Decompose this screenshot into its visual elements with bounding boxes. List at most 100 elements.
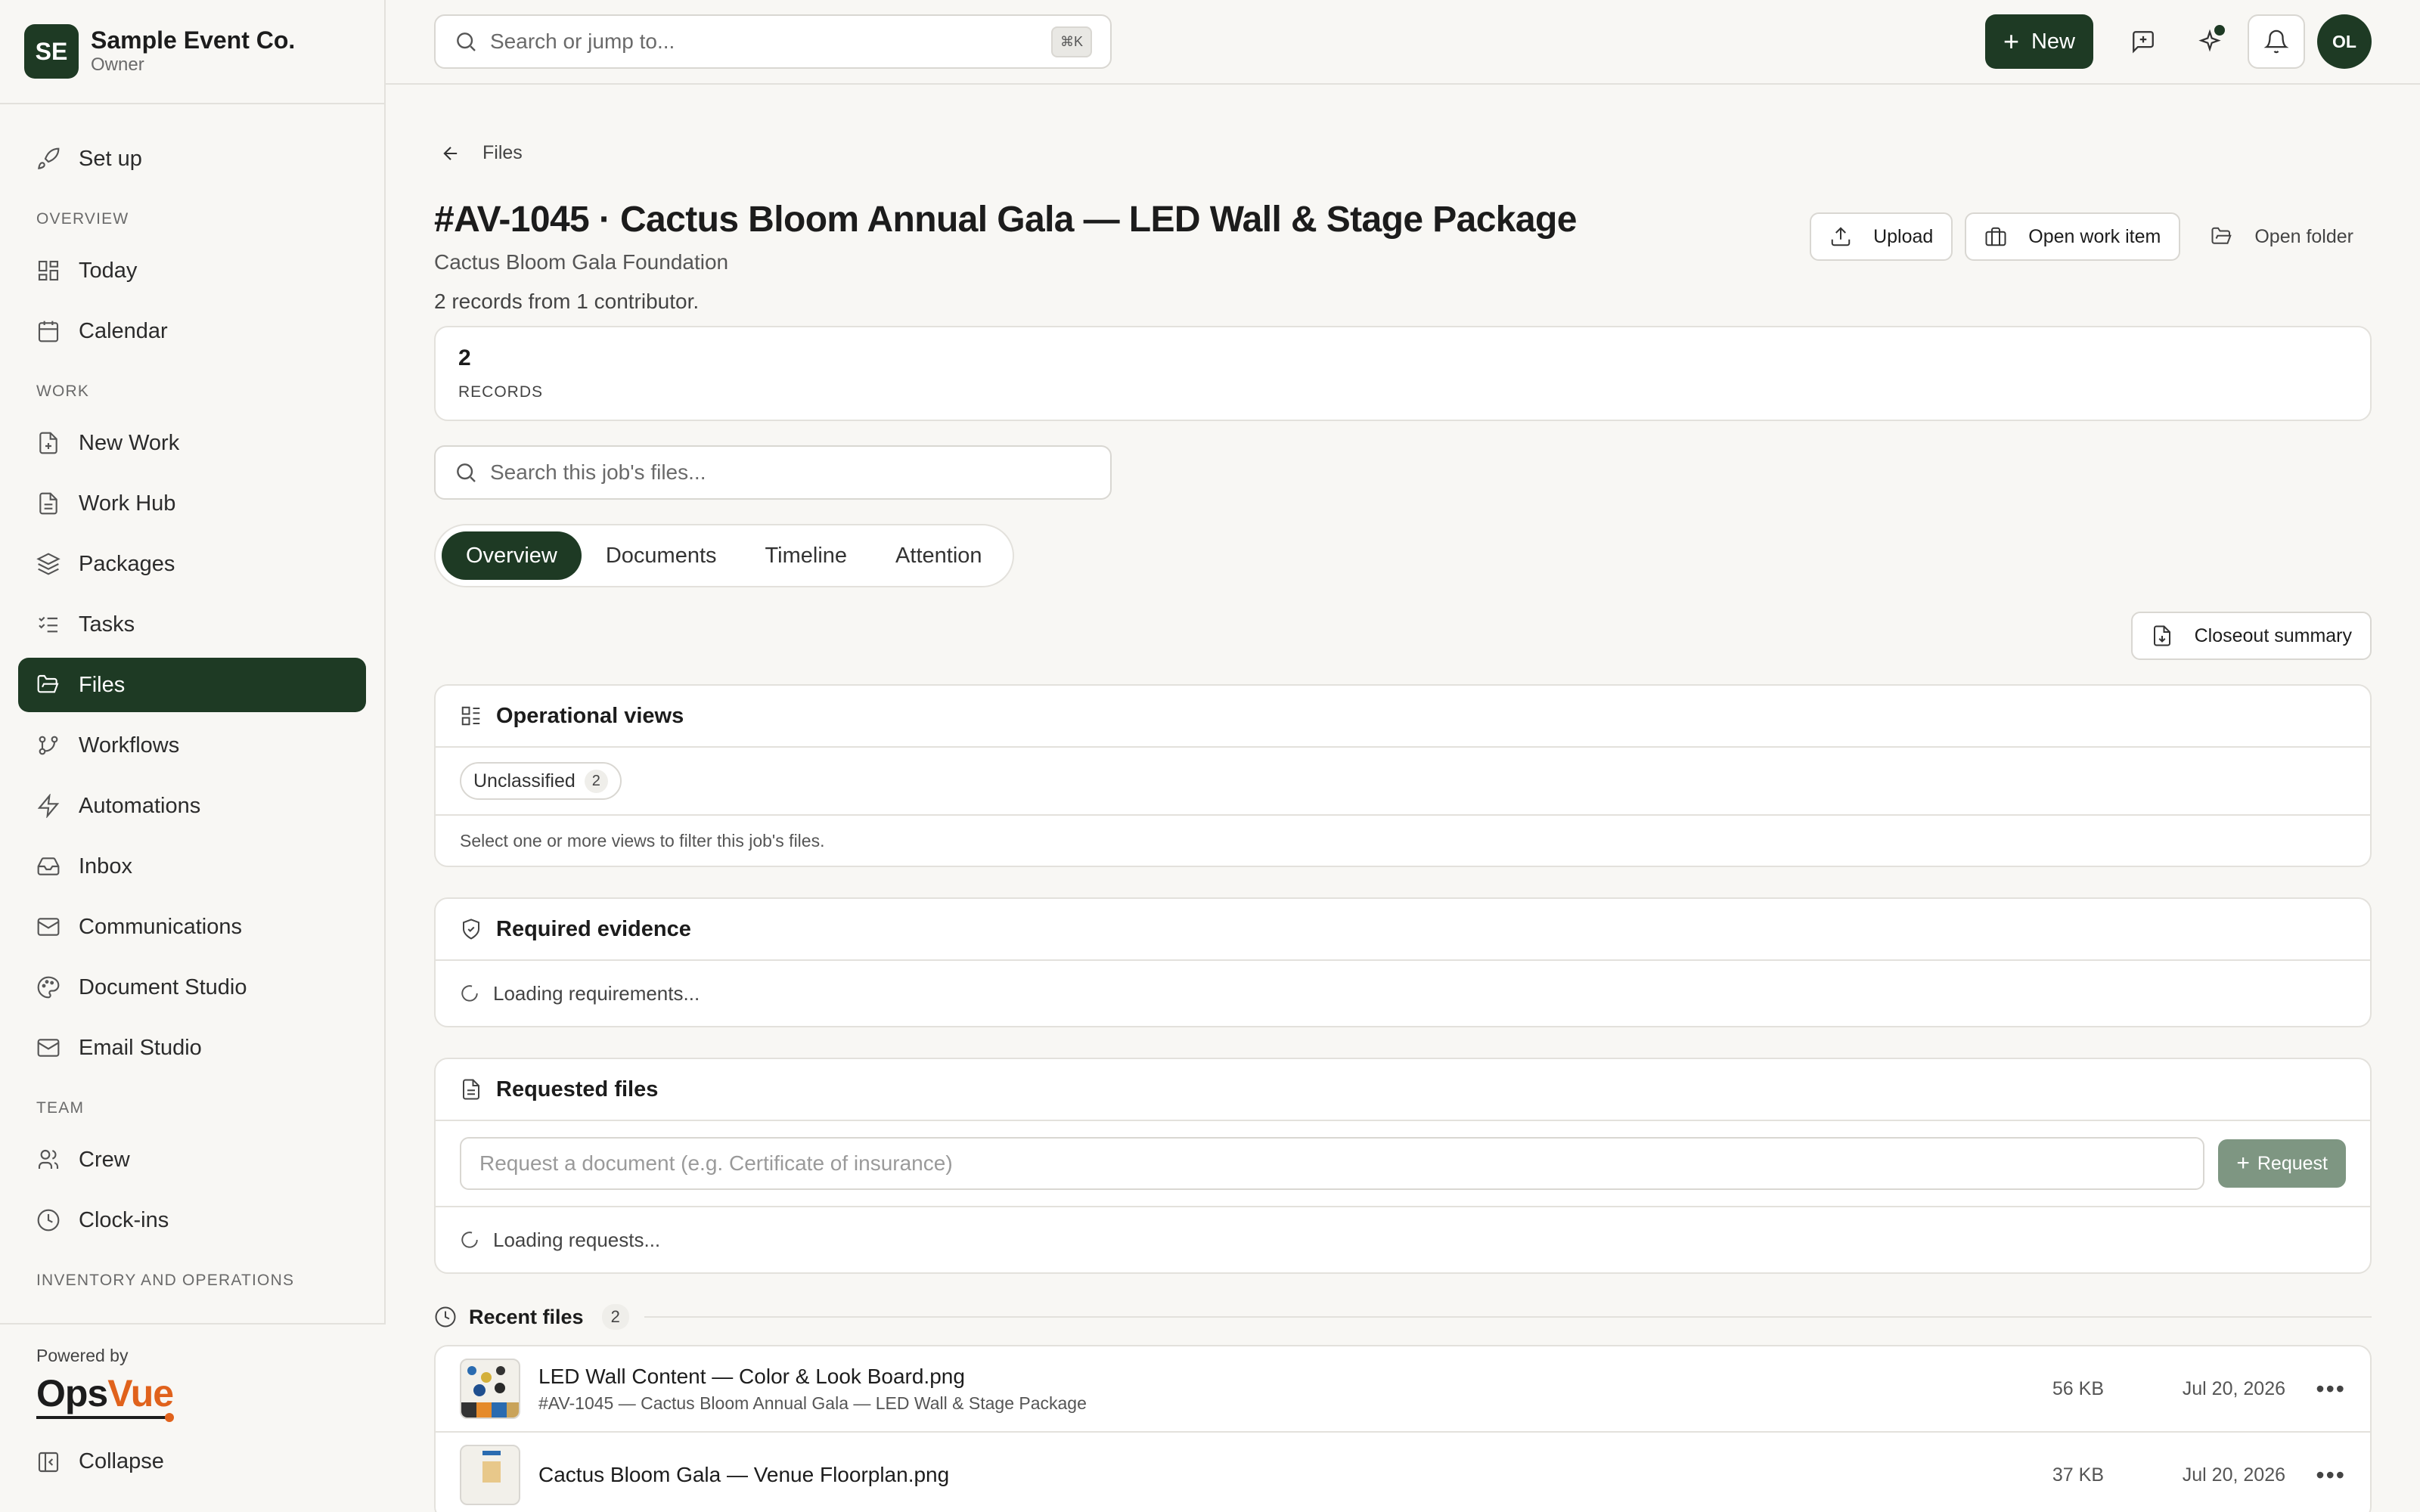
recent-files-header: Recent files 2 bbox=[434, 1304, 2372, 1330]
upload-label: Upload bbox=[1873, 225, 1934, 247]
notifications-button[interactable] bbox=[2248, 14, 2305, 69]
open-work-item-button[interactable]: Open work item bbox=[1965, 212, 2181, 261]
required-evidence-header: Required evidence bbox=[436, 899, 2370, 961]
sidebar-item-files[interactable]: Files bbox=[18, 658, 366, 712]
file-row[interactable]: Cactus Bloom Gala — Venue Floorplan.png … bbox=[436, 1433, 2370, 1512]
folder-open-icon bbox=[37, 674, 59, 693]
list-checks-icon bbox=[39, 616, 57, 633]
file-name[interactable]: LED Wall Content — Color & Look Board.pn… bbox=[538, 1365, 1998, 1389]
collapse-label: Collapse bbox=[79, 1449, 164, 1473]
recent-files-title: Recent files bbox=[469, 1305, 584, 1328]
section-label-team: TEAM bbox=[36, 1099, 85, 1117]
sidebar-item-label: Communications bbox=[79, 914, 242, 939]
shortcut-badge: ⌘K bbox=[1050, 26, 1092, 57]
tab-timeline[interactable]: Timeline bbox=[741, 531, 872, 580]
view-pill-unclassified[interactable]: Unclassified 2 bbox=[460, 762, 622, 800]
powered-by-label: Powered by bbox=[36, 1346, 129, 1365]
sidebar-item-label: Files bbox=[79, 672, 126, 697]
panel-left-icon bbox=[38, 1452, 59, 1472]
feedback-button[interactable] bbox=[2114, 14, 2172, 69]
palette-icon bbox=[37, 976, 60, 999]
closeout-summary-button[interactable]: Closeout summary bbox=[2130, 612, 2372, 660]
sidebar-item-inbox[interactable]: Inbox bbox=[18, 839, 366, 894]
sidebar-item-work-hub[interactable]: Work Hub bbox=[18, 476, 366, 531]
required-evidence-card: Required evidence Loading requirements..… bbox=[434, 897, 2372, 1027]
closeout-summary-label: Closeout summary bbox=[2194, 624, 2352, 646]
org-name: Sample Event Co. bbox=[91, 26, 296, 54]
sidebar-item-document-studio[interactable]: Document Studio bbox=[18, 960, 366, 1015]
sidebar-item-automations[interactable]: Automations bbox=[18, 779, 366, 833]
sidebar-footer: Powered by OpsVue Collapse bbox=[0, 1323, 386, 1512]
open-folder-button[interactable]: Open folder bbox=[2192, 212, 2372, 261]
request-document-input[interactable]: Request a document (e.g. Certificate of … bbox=[460, 1137, 2205, 1190]
sidebar-item-new-work[interactable]: New Work bbox=[18, 416, 366, 470]
more-icon[interactable]: ••• bbox=[2285, 1375, 2346, 1403]
file-download-icon bbox=[2153, 625, 2170, 646]
more-icon[interactable]: ••• bbox=[2285, 1461, 2346, 1489]
clock-icon bbox=[435, 1306, 456, 1328]
search-icon bbox=[457, 33, 476, 51]
plus-icon: + bbox=[2236, 1151, 2250, 1176]
operational-views-header: Operational views bbox=[436, 686, 2370, 748]
sidebar-item-today[interactable]: Today bbox=[18, 243, 366, 298]
upload-icon bbox=[1831, 227, 1851, 246]
request-label: Request bbox=[2257, 1152, 2328, 1174]
file-date: Jul 20, 2026 bbox=[2182, 1464, 2285, 1486]
requested-files-card: Requested files Request a document (e.g.… bbox=[434, 1058, 2372, 1274]
request-button[interactable]: + Request bbox=[2218, 1139, 2346, 1188]
global-search-input[interactable]: Search or jump to... ⌘K bbox=[434, 14, 1112, 69]
breadcrumb[interactable]: Files bbox=[434, 142, 2372, 164]
sidebar-item-communications[interactable]: Communications bbox=[18, 900, 366, 954]
upload-button[interactable]: Upload bbox=[1810, 212, 1953, 261]
requested-files-header: Requested files bbox=[436, 1059, 2370, 1121]
org-switcher[interactable]: SE Sample Event Co. Owner bbox=[0, 0, 384, 104]
briefcase-icon bbox=[1985, 227, 2006, 246]
message-plus-icon bbox=[2133, 31, 2154, 54]
sidebar-item-email-studio[interactable]: Email Studio bbox=[18, 1021, 366, 1075]
sidebar-item-calendar[interactable]: Calendar bbox=[18, 304, 366, 358]
sidebar-item-label: Workflows bbox=[79, 733, 180, 758]
org-role: Owner bbox=[91, 54, 144, 75]
dashboard-icon bbox=[38, 260, 59, 281]
sidebar-item-clock-ins[interactable]: Clock-ins bbox=[18, 1193, 366, 1247]
tab-overview[interactable]: Overview bbox=[442, 531, 582, 580]
file-name[interactable]: Cactus Bloom Gala — Venue Floorplan.png bbox=[538, 1463, 1998, 1487]
zap-icon bbox=[37, 794, 60, 818]
plus-icon: + bbox=[2003, 26, 2019, 57]
user-avatar[interactable]: OL bbox=[2317, 14, 2372, 69]
job-files-search-input[interactable]: Search this job's files... bbox=[434, 445, 1112, 500]
new-button-label: New bbox=[2031, 29, 2075, 54]
sidebar-item-workflows[interactable]: Workflows bbox=[18, 718, 366, 773]
job-search-placeholder: Search this job's files... bbox=[490, 460, 706, 484]
sidebar-item-setup[interactable]: Set up bbox=[18, 132, 366, 186]
sidebar-item-crew[interactable]: Crew bbox=[18, 1132, 366, 1187]
sidebar-item-label: Calendar bbox=[79, 318, 168, 343]
sidebar-item-label: New Work bbox=[79, 430, 180, 455]
page-title: #AV-1045 · Cactus Bloom Annual Gala — LE… bbox=[434, 200, 1577, 240]
sidebar-item-packages[interactable]: Packages bbox=[18, 537, 366, 591]
records-label: RECORDS bbox=[458, 383, 544, 401]
ai-assistant-button[interactable] bbox=[2181, 14, 2238, 69]
loader-icon bbox=[461, 1232, 478, 1248]
calendar-icon bbox=[38, 321, 59, 342]
sidebar-nav: Set up OVERVIEW Today Calendar WORK New … bbox=[0, 104, 384, 1512]
tab-documents[interactable]: Documents bbox=[582, 531, 741, 580]
collapse-button[interactable]: Collapse bbox=[36, 1449, 349, 1474]
mail-icon bbox=[37, 1039, 60, 1057]
shield-check-icon bbox=[463, 919, 479, 940]
search-icon bbox=[457, 463, 476, 482]
sidebar-item-tasks[interactable]: Tasks bbox=[18, 597, 366, 652]
new-button[interactable]: + New bbox=[1984, 14, 2093, 69]
loader-icon bbox=[461, 985, 478, 1002]
clock-icon bbox=[37, 1209, 60, 1232]
sidebar-item-label: Work Hub bbox=[79, 491, 176, 516]
breadcrumb-files[interactable]: Files bbox=[482, 142, 523, 164]
recent-files-count: 2 bbox=[601, 1304, 629, 1330]
pill-label: Unclassified bbox=[473, 770, 576, 792]
sidebar-item-label: Inbox bbox=[79, 854, 132, 878]
mail-icon bbox=[37, 918, 60, 936]
tab-attention[interactable]: Attention bbox=[871, 531, 1006, 580]
file-row[interactable]: LED Wall Content — Color & Look Board.pn… bbox=[436, 1346, 2370, 1433]
section-label-overview: OVERVIEW bbox=[36, 210, 129, 228]
sidebar-item-label: Tasks bbox=[79, 612, 135, 637]
